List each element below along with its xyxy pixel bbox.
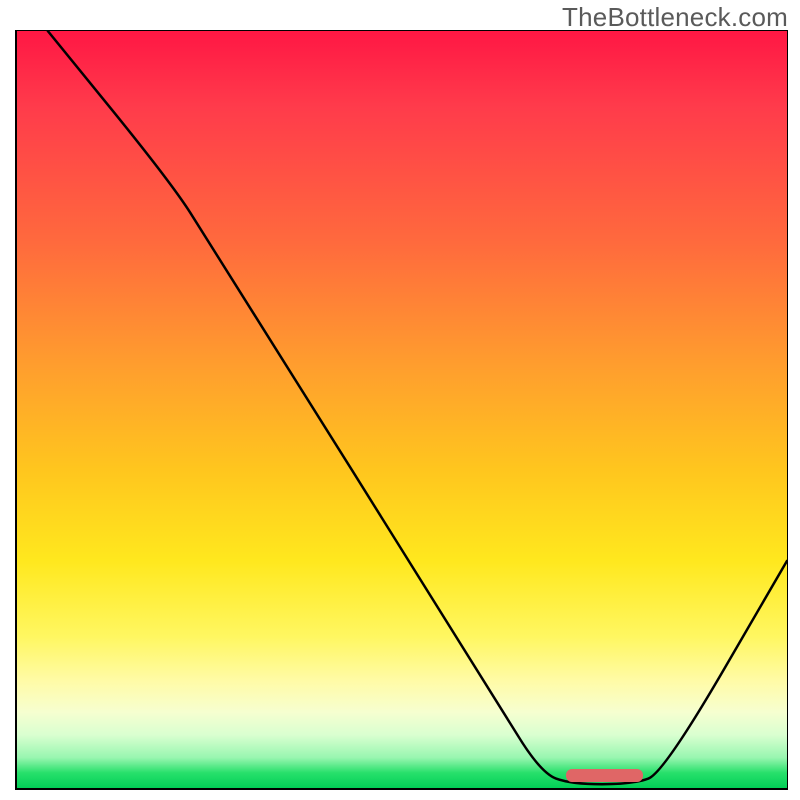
bottleneck-curve bbox=[17, 31, 787, 788]
plot-area bbox=[15, 30, 788, 790]
watermark-text: TheBottleneck.com bbox=[562, 2, 788, 33]
optimal-range-marker bbox=[566, 769, 643, 782]
chart-container: TheBottleneck.com bbox=[0, 0, 800, 800]
